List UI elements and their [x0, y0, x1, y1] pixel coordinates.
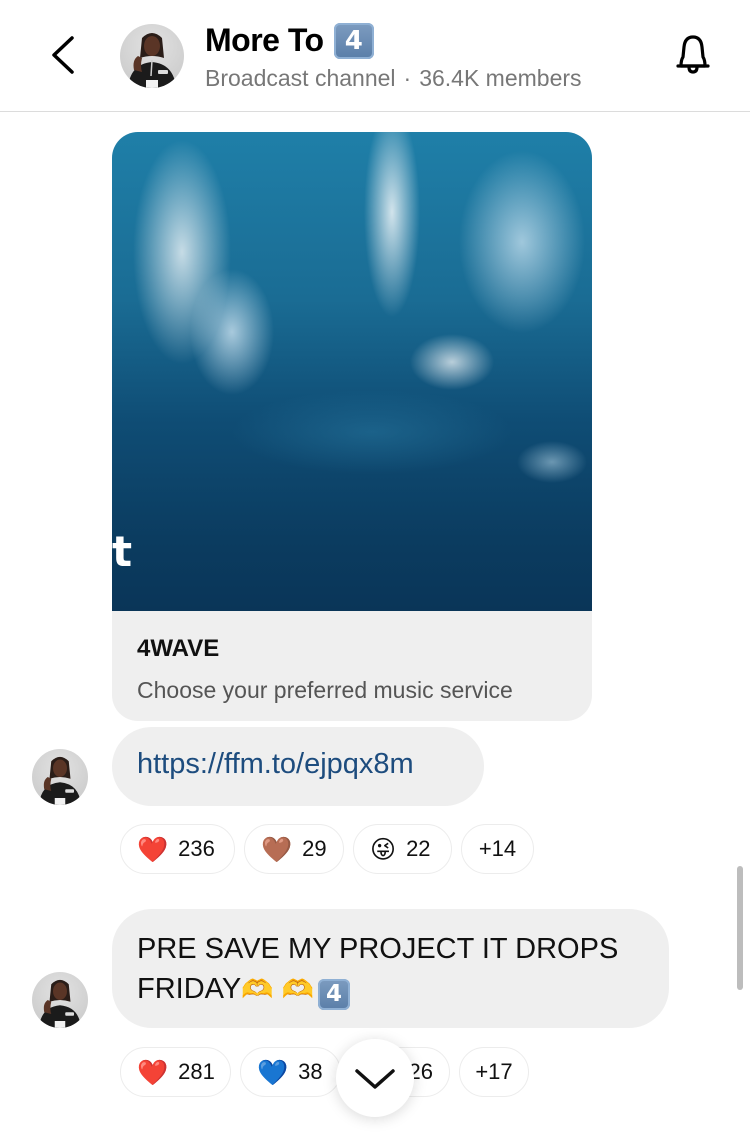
more-reactions-button[interactable]: +14: [461, 824, 534, 874]
heart-hands-icon: 🫶: [281, 975, 315, 1005]
channel-type: Broadcast channel: [205, 65, 396, 91]
cover-overlay-text: t: [112, 527, 133, 576]
blue-heart-icon: 💙: [257, 1057, 289, 1087]
sender-avatar[interactable]: [32, 749, 88, 805]
text-message-bubble[interactable]: PRE SAVE MY PROJECT IT DROPS FRIDAY🫶 🫶 4: [112, 909, 669, 1028]
red-heart-icon: ❤️: [137, 1057, 169, 1087]
winking-face-tongue-icon: 😜: [370, 834, 397, 864]
link-preview-card[interactable]: t 4WAVE Choose your preferred music serv…: [112, 132, 592, 721]
chevron-down-icon: [355, 1069, 395, 1089]
channel-title[interactable]: More To 4: [205, 22, 374, 59]
channel-name: More To: [205, 22, 324, 58]
reaction-count: 281: [178, 1059, 215, 1084]
person-photo-icon: [39, 756, 81, 805]
preview-title: 4WAVE: [137, 635, 220, 662]
reaction-count: 38: [298, 1059, 323, 1084]
reaction-winking-tongue[interactable]: 😜 22: [353, 824, 452, 874]
reactions-row: ❤️ 281 💙 38 26 +17: [120, 1047, 529, 1097]
message-text: PRE SAVE MY PROJECT IT DROPS FRIDAY🫶 🫶 4: [137, 929, 657, 1010]
reaction-count: 22: [406, 836, 431, 861]
reaction-brown-heart[interactable]: 🤎 29: [244, 824, 344, 874]
reaction-count: 236: [178, 836, 215, 861]
channel-avatar[interactable]: [120, 24, 184, 88]
reaction-red-heart[interactable]: ❤️ 281: [120, 1047, 231, 1097]
more-reactions-count: +17: [475, 1059, 513, 1084]
more-reactions-button[interactable]: +17: [459, 1047, 529, 1097]
scroll-to-bottom-button[interactable]: [336, 1039, 414, 1117]
reactions-row: ❤️ 236 🤎 29 😜 22 +14: [120, 824, 534, 874]
brown-heart-icon: 🤎: [261, 834, 293, 864]
reaction-count: 29: [302, 836, 327, 861]
person-photo-icon: [128, 33, 176, 88]
channel-header: More To 4 Broadcast channel · 36.4K member…: [0, 0, 750, 112]
preview-description: Choose your preferred music service: [137, 677, 513, 703]
message-link[interactable]: https://ffm.to/ejpqx8m: [137, 748, 414, 781]
ocean-wave-cover-image: t: [112, 132, 592, 611]
red-heart-icon: ❤️: [137, 834, 169, 864]
keycap-four-icon: 4: [318, 978, 351, 1010]
member-count: 36.4K members: [419, 65, 582, 91]
scrollbar-thumb[interactable]: [737, 866, 743, 990]
link-message-bubble[interactable]: https://ffm.to/ejpqx8m: [112, 727, 484, 806]
keycap-four-badge: 4: [333, 22, 374, 59]
sender-avatar[interactable]: [32, 972, 88, 1028]
more-reactions-count: +14: [478, 836, 517, 861]
bell-icon: [676, 35, 710, 74]
back-button[interactable]: [44, 30, 84, 80]
reaction-red-heart[interactable]: ❤️ 236: [120, 824, 235, 874]
separator-dot: ·: [403, 65, 412, 91]
person-photo-icon: [39, 979, 81, 1028]
notifications-button[interactable]: [668, 30, 718, 80]
chevron-left-icon: [52, 36, 74, 74]
message-body: PRE SAVE MY PROJECT IT DROPS FRIDAY: [137, 933, 619, 1005]
heart-hands-icon: 🫶: [241, 975, 274, 1005]
channel-subtitle: Broadcast channel · 36.4K members: [205, 65, 582, 92]
reaction-blue-heart[interactable]: 💙 38: [240, 1047, 341, 1097]
